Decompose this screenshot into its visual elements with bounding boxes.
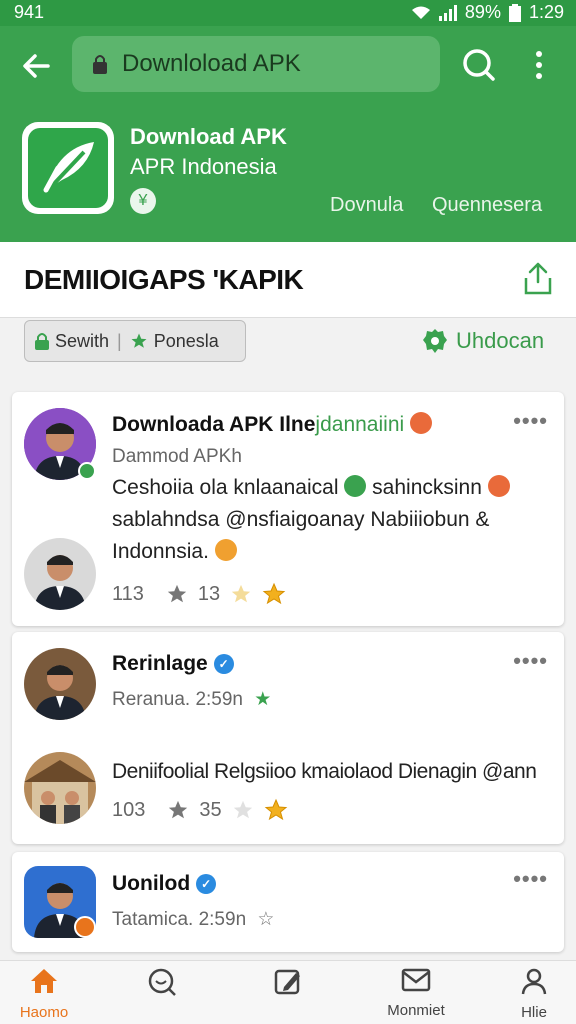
post-author: Uonilod ✓ bbox=[112, 872, 217, 896]
online-indicator bbox=[78, 462, 96, 480]
comment-count: 103 bbox=[112, 798, 146, 821]
download-link-label: Uhdocan bbox=[456, 328, 545, 353]
star-icon bbox=[131, 333, 147, 348]
post-stats: 103 35 bbox=[112, 798, 288, 822]
post-author-name: Downloada APK Ilne bbox=[112, 413, 316, 436]
filter-item-2[interactable]: Ponesla bbox=[154, 331, 219, 352]
more-options-icon[interactable]: •••• bbox=[513, 866, 548, 892]
edit-icon bbox=[274, 969, 300, 995]
post-author: Downloada APK Ilnejdannaiini bbox=[112, 412, 433, 437]
post-meta-text: Tatamica. 2:59n bbox=[112, 909, 247, 930]
header-link-secondary[interactable]: Quennesera bbox=[432, 194, 542, 217]
star-gold-icon[interactable] bbox=[262, 582, 286, 606]
post-card[interactable]: Uonilod ✓ •••• Tatamica. 2:59n ☆ bbox=[12, 852, 564, 952]
post-author-name: Rerinlage bbox=[112, 652, 208, 675]
star-count: 35 bbox=[199, 798, 222, 821]
more-options-icon[interactable]: •••• bbox=[513, 648, 548, 674]
post-author: Rerinlage ✓ bbox=[112, 652, 234, 676]
section-header: DEMIIOIGAPS 'KAPIK bbox=[0, 242, 576, 318]
star-outline-icon[interactable] bbox=[230, 583, 252, 605]
url-bar[interactable]: Downloload APK bbox=[72, 36, 440, 92]
lock-icon bbox=[93, 55, 107, 74]
star-icon[interactable] bbox=[166, 583, 188, 605]
search-icon[interactable] bbox=[460, 46, 498, 84]
section-title: DEMIIOIGAPS 'KAPIK bbox=[24, 264, 304, 295]
nav-edit[interactable] bbox=[238, 967, 338, 1002]
status-bar: 941 89% 1:29 bbox=[0, 0, 576, 26]
bottom-navigation: Haomo Monmiet Hlie bbox=[0, 960, 576, 1024]
status-left-text: 941 bbox=[14, 2, 45, 22]
emoji-icon bbox=[344, 475, 367, 497]
header-link-download[interactable]: Dovnula bbox=[330, 194, 403, 217]
profile-icon bbox=[521, 968, 547, 995]
app-logo bbox=[22, 122, 114, 214]
star-gold-icon[interactable] bbox=[264, 798, 288, 822]
avatar[interactable] bbox=[24, 538, 96, 610]
url-text: Downloload APK bbox=[122, 50, 301, 77]
feather-logo-icon bbox=[43, 142, 94, 193]
signal-icon bbox=[438, 4, 457, 21]
avatar[interactable] bbox=[24, 648, 96, 720]
post-body: Deniifoolial Relgsiioo kmaiolaod Dienagi… bbox=[112, 760, 537, 783]
status-clock: 1:29 bbox=[528, 2, 564, 22]
post-meta: Reranua. 2:59n ★ bbox=[112, 688, 271, 711]
lock-icon bbox=[35, 333, 49, 350]
post-card[interactable]: Rerinlage ✓ •••• Reranua. 2:59n ★ Deniifo… bbox=[12, 632, 564, 844]
post-body-line-1: Ceshoiia ola knlaanaical bbox=[112, 476, 339, 499]
app-header: Downloload APK Download APK APR Indonesi… bbox=[0, 26, 576, 242]
star-icon[interactable] bbox=[167, 799, 189, 821]
verified-icon: ✓ bbox=[196, 874, 217, 894]
overflow-menu-icon[interactable] bbox=[526, 46, 552, 84]
verified-icon: ✓ bbox=[213, 654, 234, 674]
nav-home-label: Haomo bbox=[19, 1004, 69, 1021]
filter-item-1[interactable]: Sewith bbox=[55, 331, 109, 352]
share-icon[interactable] bbox=[522, 262, 554, 296]
star-icon: ★ bbox=[254, 689, 272, 710]
status-icons: 89% 1:29 bbox=[411, 2, 564, 23]
star-outline-icon: ☆ bbox=[257, 909, 275, 930]
filter-chip-group[interactable]: Sewith | Ponesla bbox=[24, 320, 246, 362]
post-body-line-3: sablahndsa @nsfiaigoanay Nabiiiobun & bbox=[112, 508, 490, 531]
star-count: 13 bbox=[197, 582, 221, 605]
post-stats: 113 13 bbox=[112, 582, 286, 606]
search-icon bbox=[148, 968, 176, 996]
home-icon bbox=[31, 969, 57, 993]
emoji-icon bbox=[410, 412, 433, 434]
app-title: Download APK bbox=[130, 124, 287, 149]
star-outline-icon[interactable] bbox=[232, 799, 254, 821]
filter-divider: | bbox=[117, 330, 122, 351]
post-meta: Dammod APKh bbox=[112, 446, 242, 467]
notification-badge bbox=[74, 916, 96, 938]
post-body-line-4: Indonnsia. bbox=[112, 540, 209, 563]
nav-search[interactable] bbox=[112, 967, 212, 1002]
post-author-name: Uonilod bbox=[112, 872, 191, 895]
nav-messages[interactable]: Monmiet bbox=[366, 967, 466, 1019]
download-link[interactable]: Uhdocan bbox=[422, 328, 544, 354]
wifi-icon bbox=[411, 6, 430, 19]
avatar-image[interactable] bbox=[24, 752, 96, 824]
back-arrow-icon[interactable] bbox=[18, 48, 54, 84]
emoji-icon bbox=[487, 475, 510, 497]
post-body: Ceshoiia ola knlaanaical sahincksinn sab… bbox=[112, 472, 552, 568]
nav-profile[interactable]: Hlie bbox=[484, 967, 576, 1021]
comment-count: 113 bbox=[112, 582, 144, 605]
post-body-line-2: sahincksinn bbox=[372, 476, 482, 499]
post-card[interactable]: Downloada APK Ilnejdannaiini •••• Dammod… bbox=[12, 392, 564, 626]
nav-home[interactable]: Haomo bbox=[0, 967, 94, 1021]
app-subtitle: APR Indonesia bbox=[130, 154, 277, 179]
nav-profile-label: Hlie bbox=[521, 1004, 547, 1021]
badge-icon bbox=[423, 329, 447, 353]
battery-percent: 89% bbox=[464, 2, 501, 22]
post-author-highlight: jdannaiini bbox=[315, 413, 405, 436]
post-meta-text: Reranua. 2:59n bbox=[112, 689, 243, 710]
post-meta: Tatamica. 2:59n ☆ bbox=[112, 908, 274, 931]
more-options-icon[interactable]: •••• bbox=[513, 408, 548, 434]
app-badge: ¥ bbox=[130, 188, 156, 214]
nav-messages-label: Monmiet bbox=[387, 1002, 445, 1019]
mail-icon bbox=[401, 968, 431, 992]
emoji-icon bbox=[214, 539, 237, 561]
battery-icon bbox=[508, 3, 521, 22]
